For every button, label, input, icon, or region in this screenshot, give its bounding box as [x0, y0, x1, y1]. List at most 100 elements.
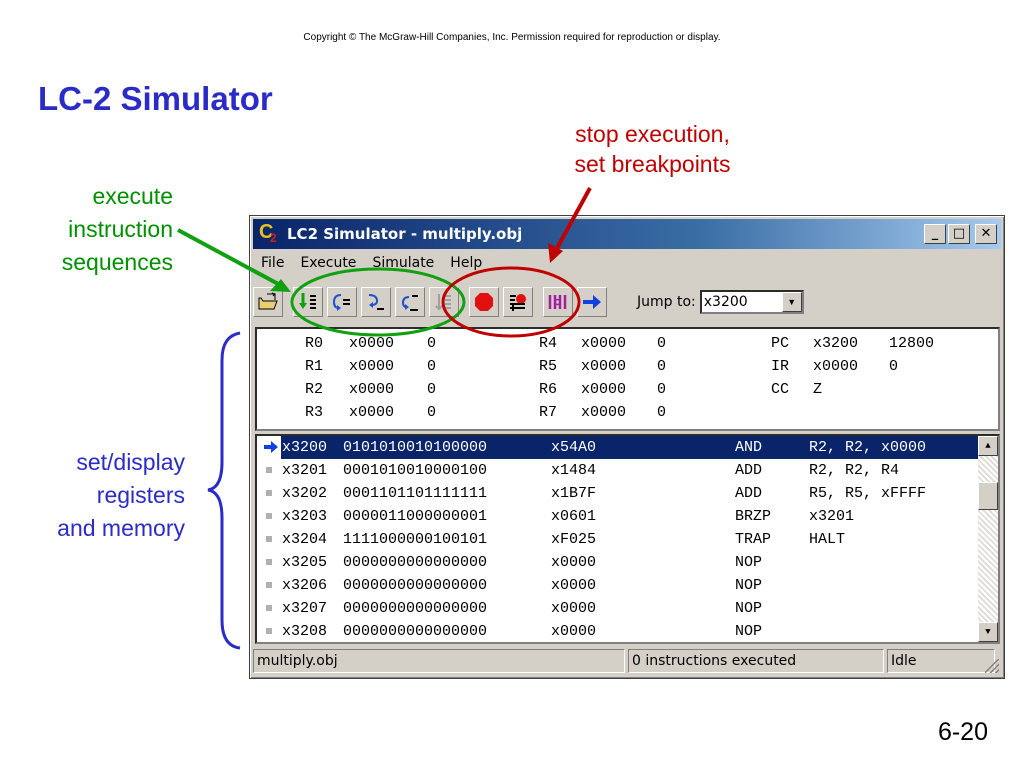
register-cell: x0000 — [349, 404, 395, 421]
breakpoint-marker-icon[interactable] — [266, 467, 272, 473]
memory-row[interactable]: x3202 0001101101111111 x1B7F ADD R5, R5, xFF… — [257, 482, 979, 505]
status-executed: 0 instructions executed — [628, 649, 884, 673]
memory-cell-op: ADD — [735, 485, 763, 502]
memory-row[interactable]: x3205 0000000000000000 x0000 NOP — [257, 551, 979, 574]
annotation-registers-memory: set/display registers and memory — [10, 446, 185, 545]
register-cell: x0000 — [349, 358, 395, 375]
annotation-regs-line-3: and memory — [57, 515, 185, 541]
memory-cell-hex: x1484 — [551, 462, 597, 479]
breakpoint-marker-icon[interactable] — [266, 628, 272, 634]
window-titlebar[interactable]: C2 LC2 Simulator - multiply.obj _ □ ✕ — [253, 219, 1001, 249]
step-over-icon[interactable] — [361, 287, 391, 317]
register-cell: 0 — [427, 335, 437, 352]
status-bar: multiply.obj 0 instructions executed Idl… — [253, 649, 1001, 675]
go-arrow-icon[interactable] — [577, 287, 607, 317]
memory-cell-hex: xF025 — [551, 531, 597, 548]
register-cell: 0 — [427, 358, 437, 375]
memory-cell-op: BRZP — [735, 508, 772, 525]
memory-row[interactable]: x3207 0000000000000000 x0000 NOP — [257, 597, 979, 620]
register-cell: IR — [771, 358, 790, 375]
step-icon[interactable] — [293, 287, 323, 317]
register-cell: x3200 — [813, 335, 859, 352]
register-cell: R0 — [305, 335, 324, 352]
open-file-icon[interactable] — [253, 287, 283, 317]
memory-row[interactable]: x3203 0000011000000001 x0601 BRZP x3201 — [257, 505, 979, 528]
register-cell: x0000 — [813, 358, 859, 375]
memory-cell-hex: x0000 — [551, 600, 597, 617]
breakpoint-marker-icon[interactable] — [266, 490, 272, 496]
register-cell: 12800 — [889, 335, 935, 352]
memory-cell-args: R2, R2, R4 — [809, 462, 900, 479]
reset-icon[interactable] — [543, 287, 573, 317]
memory-cell-hex: x0000 — [551, 554, 597, 571]
memory-row[interactable]: x3206 0000000000000000 x0000 NOP — [257, 574, 979, 597]
memory-cell-op: NOP — [735, 600, 763, 617]
breakpoint-marker-icon[interactable] — [266, 559, 272, 565]
scroll-up-icon[interactable]: ▲ — [978, 436, 998, 456]
scroll-down-icon[interactable]: ▼ — [978, 622, 998, 642]
breakpoint-icon[interactable] — [503, 287, 533, 317]
step-out-icon[interactable] — [395, 287, 425, 317]
register-cell: 0 — [889, 358, 899, 375]
annotation-stop-line-2: set breakpoints — [574, 151, 731, 177]
memory-cell-bin: 0000000000000000 — [343, 600, 488, 617]
register-cell: 0 — [657, 358, 667, 375]
toolbar: Jump to: ▼ — [253, 282, 1001, 322]
register-cell: R3 — [305, 404, 324, 421]
annotation-execute-line-2: instruction — [68, 216, 173, 242]
memory-cell-addr: x3205 — [282, 554, 328, 571]
memory-row[interactable]: x3208 0000000000000000 x0000 NOP — [257, 620, 979, 642]
resize-grip-icon[interactable] — [985, 659, 999, 673]
memory-cell-args: R2, R2, x0000 — [809, 439, 927, 456]
memory-cell-addr: x3200 — [282, 439, 328, 456]
register-cell: R4 — [539, 335, 558, 352]
jump-to-input[interactable] — [701, 293, 780, 311]
register-cell: 0 — [657, 335, 667, 352]
register-cell: PC — [771, 335, 790, 352]
annotation-regs-line-2: registers — [96, 482, 185, 508]
memory-cell-hex: x0000 — [551, 623, 597, 640]
memory-cell-hex: x0601 — [551, 508, 597, 525]
breakpoint-marker-icon[interactable] — [266, 513, 272, 519]
memory-cell-op: NOP — [735, 623, 763, 640]
memory-cell-bin: 0001010010000100 — [343, 462, 488, 479]
minimize-button[interactable]: _ — [924, 224, 946, 244]
menu-file[interactable]: File — [253, 255, 292, 271]
memory-row[interactable]: x3200 0101010010100000 x54A0 AND R2, R2, x00… — [257, 436, 979, 459]
memory-row[interactable]: x3204 1111000000100101 xF025 TRAP HALT — [257, 528, 979, 551]
memory-cell-addr: x3203 — [282, 508, 328, 525]
breakpoint-marker-icon[interactable] — [266, 605, 272, 611]
maximize-button[interactable]: □ — [948, 224, 970, 244]
disabled-step-icon — [429, 287, 459, 317]
breakpoint-marker-icon[interactable] — [266, 536, 272, 542]
memory-cell-addr: x3201 — [282, 462, 328, 479]
memory-cell-hex: x54A0 — [551, 439, 597, 456]
memory-cell-addr: x3208 — [282, 623, 328, 640]
close-button[interactable]: ✕ — [975, 224, 997, 244]
memory-cell-addr: x3206 — [282, 577, 328, 594]
simulator-window: C2 LC2 Simulator - multiply.obj _ □ ✕ Fi… — [249, 215, 1005, 679]
register-cell: R7 — [539, 404, 558, 421]
step-into-icon[interactable] — [327, 287, 357, 317]
chevron-down-icon[interactable]: ▼ — [781, 292, 802, 312]
slide-title: LC-2 Simulator — [38, 80, 273, 117]
pc-arrow-icon — [261, 436, 281, 460]
jump-to-combobox[interactable]: ▼ — [699, 290, 804, 314]
memory-cell-bin: 0001101101111111 — [343, 485, 488, 502]
stop-icon[interactable] — [469, 287, 499, 317]
annotation-execute-line-3: sequences — [61, 249, 173, 275]
register-cell: R2 — [305, 381, 324, 398]
menu-simulate[interactable]: Simulate — [364, 255, 442, 271]
register-cell: CC — [771, 381, 790, 398]
register-cell: x0000 — [581, 404, 627, 421]
breakpoint-marker-icon[interactable] — [266, 582, 272, 588]
memory-scrollbar[interactable]: ▲ ▼ — [978, 436, 998, 642]
memory-panel: x3200 0101010010100000 x54A0 AND R2, R2, x00… — [255, 434, 1000, 644]
scroll-thumb[interactable] — [978, 482, 998, 510]
register-cell: x0000 — [349, 381, 395, 398]
menu-execute[interactable]: Execute — [292, 255, 364, 271]
memory-row[interactable]: x3201 0001010010000100 x1484 ADD R2, R2, R4 — [257, 459, 979, 482]
menu-help[interactable]: Help — [442, 255, 490, 271]
annotation-regs-line-1: set/display — [76, 449, 185, 475]
memory-cell-op: AND — [735, 439, 763, 456]
